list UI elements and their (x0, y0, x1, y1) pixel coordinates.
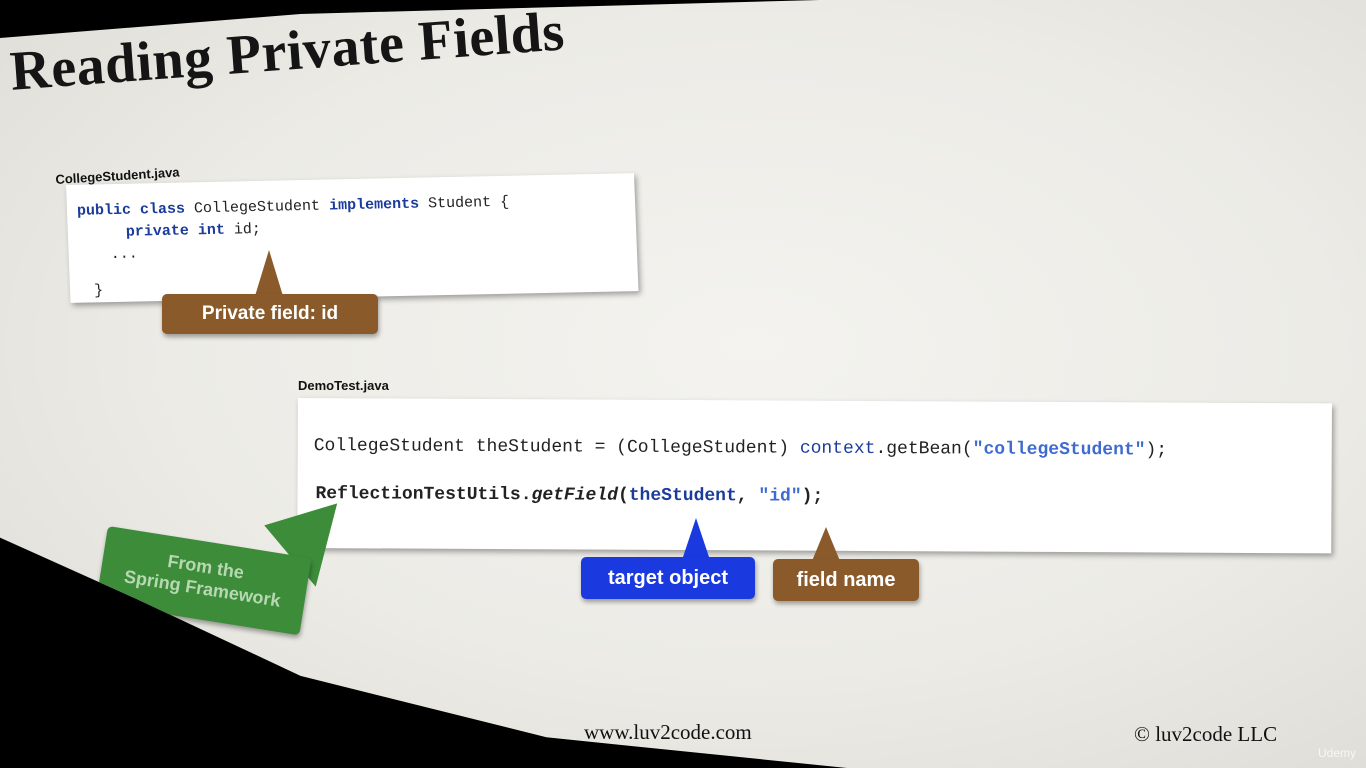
footer-url: www.luv2code.com (584, 720, 752, 744)
college-code-line-1: public class CollegeStudent implements S… (77, 194, 510, 220)
keyword-private-int: private int (125, 221, 226, 241)
code-text: CollegeStudent (184, 197, 330, 218)
footer-copyright: © luv2code LLC (1134, 722, 1278, 746)
field-name-arrow (812, 527, 840, 561)
id-string: "id" (758, 486, 802, 507)
target-object-callout: target object (581, 557, 755, 599)
code-text: Student { (418, 193, 510, 213)
keyword-public-class: public class (76, 200, 186, 220)
demo-code-line-1: CollegeStudent theStudent = (CollegeStud… (314, 436, 1167, 460)
reflection-class: ReflectionTestUtils. (315, 484, 532, 506)
code-text: ); (1145, 440, 1168, 461)
college-code-line-2: private int id; (126, 221, 262, 241)
slide-title: Reading Private Fields (8, 0, 567, 103)
private-field-callout: Private field: id (162, 294, 378, 334)
code-text: , (736, 486, 759, 507)
code-text: ); (801, 486, 824, 507)
demo-code-line-2: ReflectionTestUtils.getField(theStudent,… (315, 484, 823, 507)
slide: Reading Private Fields CollegeStudent.ja… (0, 0, 1366, 768)
college-code-line-4: } (93, 282, 104, 300)
udemy-watermark: Udemy (1317, 746, 1356, 760)
field-name-callout: field name (773, 559, 919, 601)
demo-file-label: DemoTest.java (298, 378, 389, 393)
code-text: ( (617, 485, 629, 506)
code-text: .getBean( (875, 439, 973, 460)
college-code-line-3: ... (110, 245, 139, 264)
code-text: CollegeStudent theStudent = (CollegeStud… (313, 436, 800, 459)
bean-name-string: "collegeStudent" (972, 439, 1146, 461)
target-object-arrow (682, 518, 710, 560)
keyword-implements: implements (328, 195, 420, 215)
code-text: id; (224, 220, 262, 239)
college-code-card: public class CollegeStudent implements S… (66, 173, 639, 303)
private-field-arrow (255, 250, 283, 296)
get-field-method: getField (531, 485, 619, 506)
the-student-variable: theStudent (628, 485, 737, 507)
context-variable: context (799, 438, 876, 460)
